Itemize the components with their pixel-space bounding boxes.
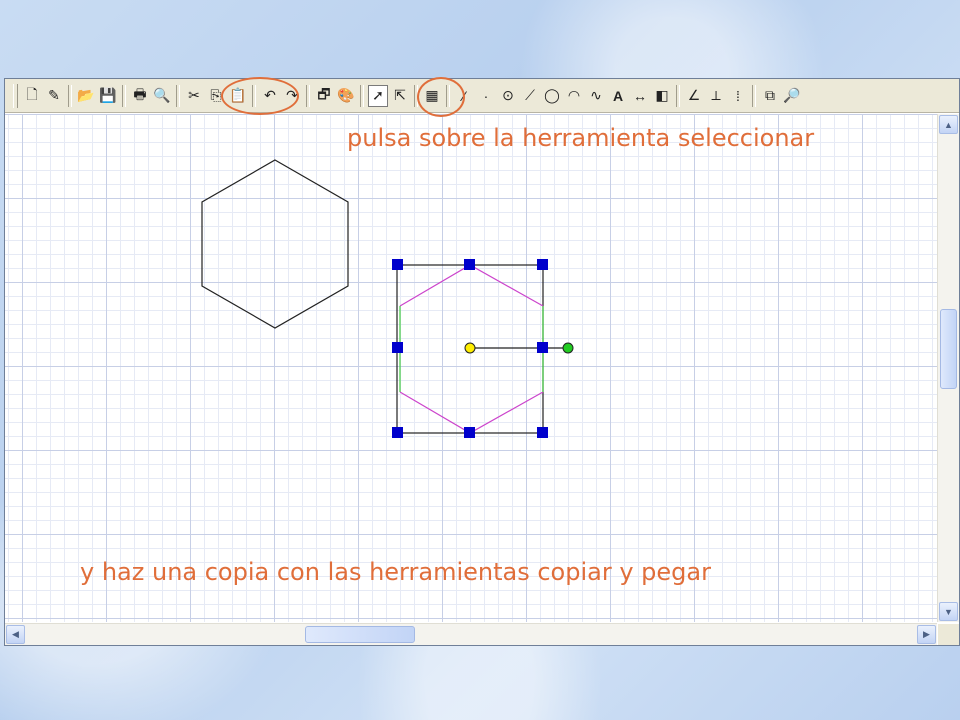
cut-icon[interactable]: ✂ [184, 85, 204, 107]
toolbar-separator [752, 84, 756, 107]
toolbar-separator [360, 84, 364, 107]
toolbar-separator [306, 84, 310, 107]
style-icon[interactable]: 🎨 [336, 85, 356, 107]
print-preview-icon[interactable]: 🔍 [152, 85, 172, 107]
fill-icon[interactable]: ◧ [652, 85, 672, 107]
selection-handle[interactable] [392, 259, 403, 270]
open-folder-icon[interactable]: 📂 [76, 85, 96, 107]
toolbar-separator [68, 84, 72, 107]
grid-points-icon[interactable]: ⁞ [728, 85, 748, 107]
horizontal-scroll-thumb[interactable] [305, 626, 415, 643]
select-tool-highlight [417, 77, 465, 117]
vertical-scrollbar[interactable]: ▲ ▼ [937, 114, 959, 622]
properties-icon[interactable]: ✎ [44, 85, 64, 107]
instruction-top: pulsa sobre la herramienta seleccionar [347, 124, 815, 152]
rotation-handle-point[interactable] [562, 342, 574, 354]
object-properties-icon[interactable]: 🗗 [314, 85, 334, 107]
zoom-icon[interactable]: 🔎 [782, 85, 802, 107]
circle-icon[interactable]: ◯ [542, 85, 562, 107]
selected-hexagon[interactable] [392, 259, 574, 438]
selection-handle[interactable] [464, 427, 475, 438]
toolbar-separator [122, 84, 126, 107]
selection-handle[interactable] [537, 427, 548, 438]
scroll-left-button[interactable]: ◀ [6, 625, 25, 644]
line-icon[interactable]: ⟋ [520, 85, 540, 107]
toolbar-separator [676, 84, 680, 107]
selection-handle[interactable] [464, 259, 475, 270]
arc-icon[interactable]: ◠ [564, 85, 584, 107]
selection-handle[interactable] [537, 259, 548, 270]
circle-point-icon[interactable]: ⊙ [498, 85, 518, 107]
toolbar-grip[interactable] [13, 83, 18, 108]
hexagon-edge-bottom [399, 391, 544, 434]
vertical-scroll-thumb[interactable] [940, 309, 957, 389]
scroll-right-button[interactable]: ▶ [917, 625, 936, 644]
text-icon[interactable]: A [608, 85, 628, 107]
selection-handle[interactable] [537, 342, 548, 353]
save-icon[interactable]: 💾 [98, 85, 118, 107]
rotation-center-point[interactable] [464, 342, 476, 354]
print-icon[interactable]: 🖶 [130, 85, 150, 107]
scroll-up-button[interactable]: ▲ [939, 115, 958, 134]
scrollbar-corner [938, 624, 959, 645]
measure-icon[interactable]: ↔ [630, 85, 650, 107]
select-arrow-icon[interactable]: ➚ [368, 84, 388, 107]
hexagon-edge-top [399, 264, 544, 307]
curve-icon[interactable]: ∿ [586, 85, 606, 107]
scroll-down-button[interactable]: ▼ [939, 602, 958, 621]
hexagon-shape[interactable] [201, 159, 349, 329]
group-icon[interactable]: ⧉ [760, 85, 780, 107]
toolbar-separator [176, 84, 180, 107]
new-document-icon[interactable]: 🗋 [22, 85, 42, 107]
instruction-bottom: y haz una copia con las herramientas cop… [80, 558, 711, 586]
point-icon[interactable]: · [476, 85, 496, 107]
perpendicular-icon[interactable]: ⟂ [706, 85, 726, 107]
toolbar: 🗋 ✎ 📂 💾 🖶 🔍 ✂ ⎘ 📋 ↶ ↷ 🗗 🎨 ➚ ⇱ ▦ ⁄ · ⊙ ⟋ … [5, 79, 959, 113]
copy-paste-highlight [221, 77, 299, 115]
selection-handle[interactable] [392, 342, 403, 353]
drawing-canvas[interactable] [5, 114, 937, 622]
select-point-icon[interactable]: ⇱ [390, 85, 410, 107]
drawing-svg [201, 159, 574, 438]
horizontal-scrollbar[interactable]: ◀ ▶ [5, 623, 937, 645]
selection-handle[interactable] [392, 427, 403, 438]
angle-icon[interactable]: ∠ [684, 85, 704, 107]
